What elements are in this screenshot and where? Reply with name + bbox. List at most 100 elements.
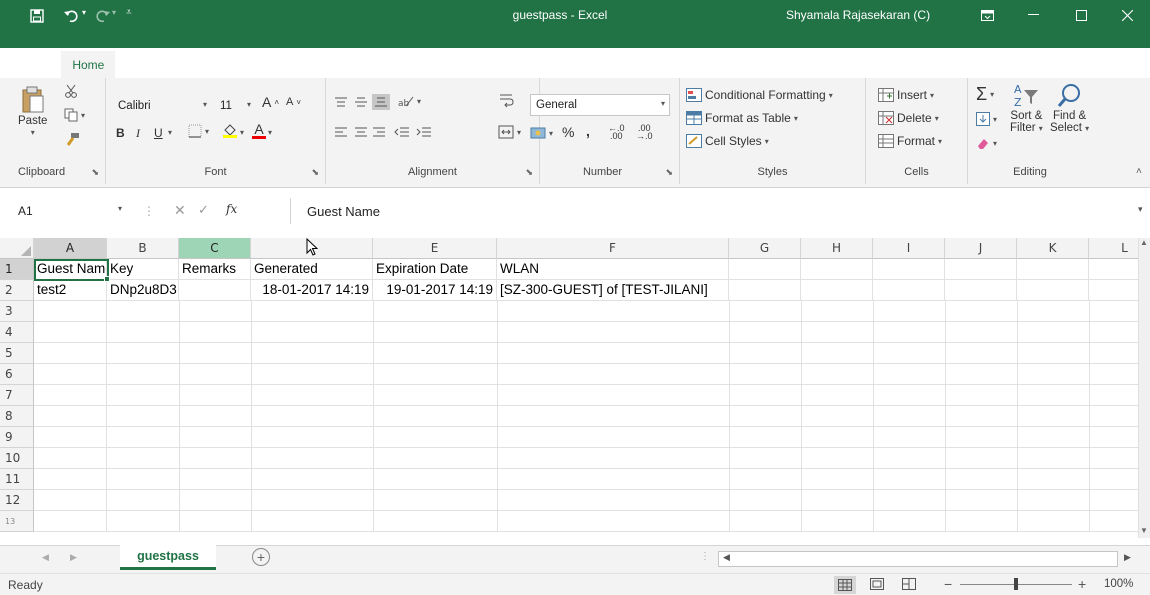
cell-f2[interactable]: [SZ-300-GUEST] of [TEST-JILANI] bbox=[497, 280, 729, 301]
cell-e1[interactable]: Expiration Date bbox=[373, 259, 497, 280]
comma-style-button[interactable]: , bbox=[586, 123, 590, 139]
row-header[interactable]: 8 bbox=[0, 406, 34, 427]
tab-formulas[interactable]: Formulas bbox=[257, 52, 329, 78]
orientation-icon[interactable]: ab ▾ bbox=[398, 94, 421, 109]
font-color-icon[interactable]: A bbox=[252, 122, 266, 139]
wrap-text-icon[interactable] bbox=[498, 92, 514, 108]
cut-icon[interactable] bbox=[64, 84, 78, 98]
font-color-dropdown-icon[interactable]: ▾ bbox=[268, 128, 272, 137]
row-header[interactable]: 3 bbox=[0, 301, 34, 322]
tab-acrobat[interactable]: ACROBAT bbox=[548, 52, 627, 78]
ribbon-display-options-icon[interactable] bbox=[964, 0, 1010, 30]
insert-function-icon[interactable]: fx bbox=[226, 202, 237, 216]
cell-a2[interactable]: test2 bbox=[34, 280, 107, 301]
column-header-a[interactable]: A bbox=[34, 238, 107, 259]
empty-cells[interactable] bbox=[34, 427, 1138, 448]
scroll-left-icon[interactable]: ◀ bbox=[723, 552, 730, 563]
empty-cells[interactable] bbox=[34, 343, 1138, 364]
format-as-table-button[interactable]: Format as Table ▾ bbox=[686, 111, 798, 125]
paste-button[interactable]: Paste ▾ bbox=[18, 86, 47, 137]
row-header[interactable]: 4 bbox=[0, 322, 34, 343]
number-launcher-icon[interactable]: ⬊ bbox=[665, 167, 673, 178]
decrease-decimal-icon[interactable]: .00 →.0 bbox=[636, 124, 653, 141]
cell-c1[interactable]: Remarks bbox=[179, 259, 251, 280]
align-right-icon[interactable] bbox=[372, 126, 386, 138]
column-header-e[interactable]: E bbox=[373, 238, 497, 259]
undo-icon[interactable] bbox=[62, 6, 82, 26]
zoom-in-icon[interactable]: + bbox=[1078, 576, 1086, 592]
font-name-combo[interactable]: Calibri ▾ bbox=[112, 95, 212, 117]
cell-styles-button[interactable]: Cell Styles ▾ bbox=[686, 134, 769, 148]
cell-c2[interactable] bbox=[179, 280, 251, 301]
cell-i2[interactable] bbox=[873, 280, 945, 301]
tab-page-layout[interactable]: Page Layout bbox=[167, 52, 256, 78]
undo-dropdown-icon[interactable]: ▾ bbox=[82, 8, 86, 17]
column-header-c[interactable]: C bbox=[179, 238, 251, 259]
align-center-icon[interactable] bbox=[354, 126, 368, 138]
column-header-d[interactable] bbox=[251, 238, 373, 259]
redo-icon[interactable] bbox=[94, 6, 112, 26]
name-box-dropdown-icon[interactable]: ▾ bbox=[118, 204, 122, 213]
zoom-out-icon[interactable]: − bbox=[944, 576, 952, 592]
tab-data[interactable]: Data bbox=[329, 52, 376, 78]
worksheet-grid[interactable]: A B C E F G H I J K L 1 Guest Name Key R bbox=[0, 238, 1138, 538]
maximize-icon[interactable] bbox=[1058, 0, 1104, 30]
column-header-g[interactable]: G bbox=[729, 238, 801, 259]
delete-cells-button[interactable]: Delete ▾ bbox=[878, 111, 939, 125]
close-icon[interactable] bbox=[1104, 0, 1150, 30]
conditional-formatting-button[interactable]: Conditional Formatting ▾ bbox=[686, 88, 833, 102]
tab-add-ins[interactable]: Add-ins bbox=[485, 52, 548, 78]
page-layout-view-icon[interactable] bbox=[870, 578, 884, 593]
decrease-font-size-icon[interactable]: A ˅ bbox=[286, 96, 301, 108]
row-header[interactable]: 2 bbox=[0, 280, 34, 301]
cell-l1[interactable] bbox=[1089, 259, 1138, 280]
expand-formula-bar-icon[interactable]: ▾ bbox=[1138, 204, 1143, 215]
row-header[interactable]: 12 bbox=[0, 490, 34, 511]
cell-d2[interactable]: 18-01-2017 14:19 bbox=[251, 280, 373, 301]
underline-button[interactable]: U bbox=[154, 126, 163, 140]
cell-h2[interactable] bbox=[801, 280, 873, 301]
format-painter-icon[interactable] bbox=[64, 132, 80, 148]
autosum-icon[interactable]: Σ ▾ bbox=[976, 84, 994, 105]
row-header[interactable]: 5 bbox=[0, 343, 34, 364]
empty-cells[interactable] bbox=[34, 385, 1138, 406]
select-all-corner[interactable] bbox=[0, 238, 34, 259]
column-header-b[interactable]: B bbox=[107, 238, 179, 259]
user-name[interactable]: Shyamala Rajasekaran (C) bbox=[786, 8, 930, 22]
column-header-k[interactable]: K bbox=[1017, 238, 1089, 259]
row-header[interactable]: 1 bbox=[0, 259, 34, 280]
align-top-icon[interactable] bbox=[334, 96, 348, 108]
empty-cells[interactable] bbox=[34, 322, 1138, 343]
fill-color-icon[interactable] bbox=[222, 122, 238, 138]
page-break-view-icon[interactable] bbox=[902, 578, 916, 593]
sheet-scroll-right-icon[interactable]: ▶ bbox=[70, 552, 77, 563]
cell-i1[interactable] bbox=[873, 259, 945, 280]
cell-g1[interactable] bbox=[729, 259, 801, 280]
name-box[interactable]: A1 bbox=[12, 198, 130, 224]
sort-filter-button[interactable]: AZ Sort & Filter ▾ bbox=[1010, 82, 1043, 134]
empty-cells[interactable] bbox=[34, 469, 1138, 490]
empty-cells[interactable] bbox=[34, 406, 1138, 427]
fill-handle[interactable] bbox=[104, 276, 110, 282]
zoom-slider[interactable] bbox=[960, 578, 1072, 590]
horizontal-scrollbar[interactable]: ◀ bbox=[718, 551, 1118, 567]
clear-icon[interactable]: ▾ bbox=[976, 136, 997, 150]
new-sheet-icon[interactable]: + bbox=[252, 548, 270, 566]
tab-file[interactable]: File bbox=[20, 52, 61, 78]
redo-dropdown-icon[interactable]: ▾ bbox=[112, 8, 116, 17]
align-middle-icon[interactable] bbox=[354, 96, 368, 108]
cell-d1[interactable]: Generated bbox=[251, 259, 373, 280]
confirm-entry-icon[interactable]: ✓ bbox=[198, 202, 209, 218]
vertical-scrollbar[interactable]: ▲ ▼ bbox=[1138, 238, 1150, 538]
italic-button[interactable]: I bbox=[136, 126, 140, 141]
column-header-f[interactable]: F bbox=[497, 238, 729, 259]
increase-font-size-icon[interactable]: A ˄ bbox=[262, 94, 279, 110]
zoom-level[interactable]: 100% bbox=[1104, 578, 1133, 590]
sheet-scroll-left-icon[interactable]: ◀ bbox=[42, 552, 49, 563]
empty-cells[interactable] bbox=[34, 448, 1138, 469]
cancel-entry-icon[interactable]: ✕ bbox=[174, 202, 186, 219]
cell-a1[interactable]: Guest Name bbox=[34, 259, 107, 280]
cell-b2[interactable]: DNp2u8D3 bbox=[107, 280, 179, 301]
cell-e2[interactable]: 19-01-2017 14:19 bbox=[373, 280, 497, 301]
minimize-icon[interactable] bbox=[1010, 0, 1056, 30]
